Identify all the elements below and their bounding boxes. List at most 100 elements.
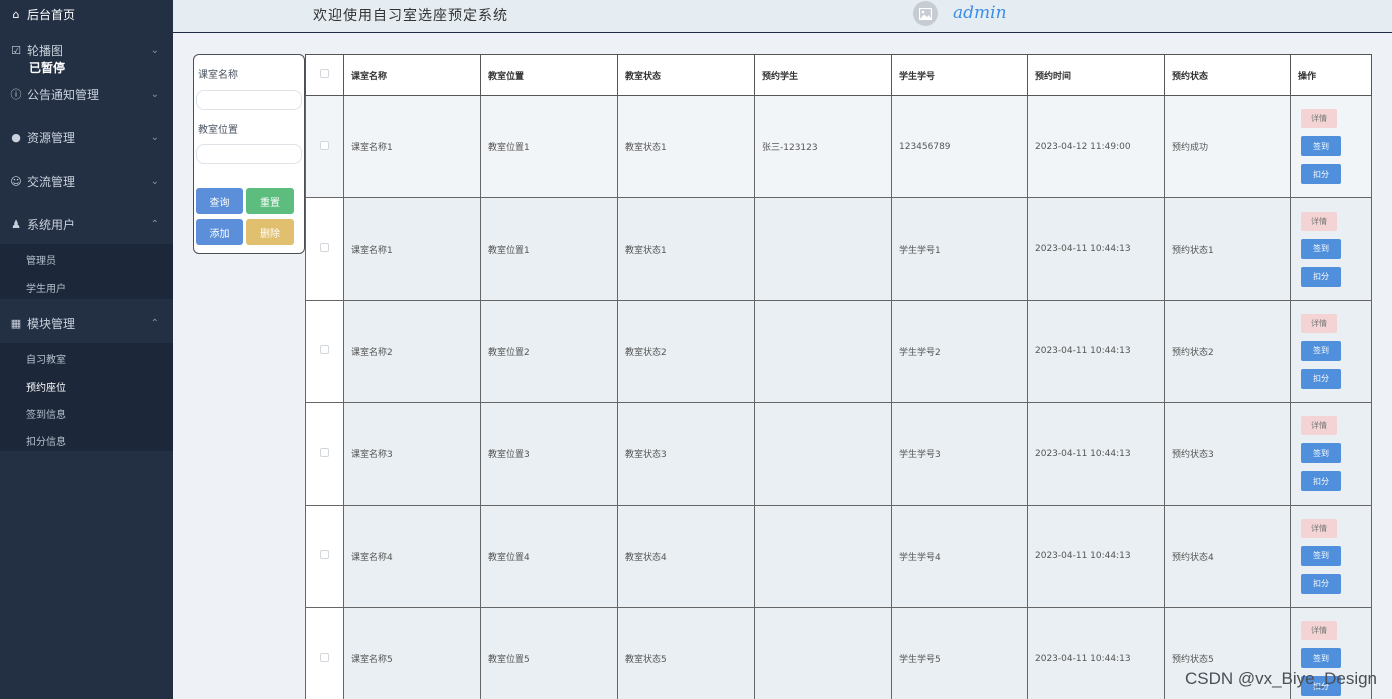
student-cell [754, 606, 892, 699]
detail-button[interactable]: 详情 [1301, 109, 1337, 129]
grid-icon: ▦ [10, 316, 22, 330]
chevron-down-icon: ⌄ [150, 44, 159, 56]
row-checkbox[interactable] [320, 652, 329, 662]
student-cell: 张三-123123 [754, 94, 892, 199]
sign-in-button[interactable]: 签到 [1301, 648, 1341, 669]
operations-group: 详情 签到 扣分 [1291, 211, 1371, 287]
delete-button[interactable]: 删除 [246, 219, 294, 245]
sidebar-subitem-student-users[interactable]: 学生用户 [26, 280, 66, 295]
column-header: 预约学生 [754, 54, 892, 96]
operations-group: 详情 签到 扣分 [1291, 416, 1371, 492]
classroom-status-cell: 教室状态3 [617, 402, 755, 506]
location-cell: 教室位置1 [480, 94, 618, 199]
sidebar-item-home[interactable]: ⌂ 后台首页 [0, 0, 173, 28]
data-table-container: 课室名称 教室位置 教室状态 预约学生 学生学号 预约时间 预约状态 操作 课室… [305, 54, 1372, 699]
sidebar-item-label: 模块管理 [27, 316, 76, 331]
reserve-status-cell: 预约状态3 [1164, 402, 1291, 506]
sidebar-item-resources[interactable]: ● 资源管理 ⌄ [0, 127, 173, 147]
student-no-cell: 学生学号4 [891, 504, 1028, 608]
reserve-time-cell: 2023-04-11 10:44:13 [1027, 197, 1165, 301]
sign-in-button[interactable]: 签到 [1301, 545, 1341, 566]
column-header: 预约时间 [1027, 54, 1165, 96]
operations-group: 详情 签到 扣分 [1291, 313, 1371, 389]
location-cell: 教室位置1 [480, 197, 618, 301]
student-cell [754, 197, 892, 301]
reserve-status-cell: 预约状态4 [1164, 504, 1291, 608]
reserve-time-cell: 2023-04-11 10:44:13 [1027, 299, 1165, 404]
reserve-status-cell: 预约成功 [1164, 94, 1291, 199]
sidebar-subitem-deduction-info[interactable]: 扣分信息 [26, 433, 66, 448]
chevron-down-icon: ⌄ [150, 175, 159, 187]
detail-button[interactable]: 详情 [1301, 416, 1337, 436]
column-header: 教室位置 [480, 54, 618, 96]
row-checkbox[interactable] [320, 447, 329, 457]
sidebar-item-notice[interactable]: ⓘ 公告通知管理 ⌄ [0, 84, 173, 104]
avatar[interactable] [913, 1, 938, 26]
detail-button[interactable]: 详情 [1301, 313, 1337, 333]
table-row: 课室名称1 教室位置1 教室状态1 张三-123123 123456789 2023-04… [305, 94, 1372, 199]
chevron-up-icon: ⌃ [150, 218, 159, 230]
reset-button[interactable]: 重置 [246, 188, 294, 214]
table-row: 课室名称2 教室位置2 教室状态2 学生学号2 2023-04-11 10:44:13 预… [305, 299, 1372, 404]
classroom-status-cell: 教室状态1 [617, 94, 755, 199]
sidebar-item-modules[interactable]: ▦ 模块管理 ⌃ [0, 313, 173, 333]
deduct-button[interactable]: 扣分 [1301, 471, 1341, 492]
info-icon: ⓘ [10, 88, 22, 101]
detail-button[interactable]: 详情 [1301, 621, 1337, 641]
column-header: 教室状态 [617, 54, 755, 96]
username[interactable]: admin [953, 3, 1007, 23]
welcome-title: 欢迎使用自习室选座预定系统 [313, 8, 508, 24]
location-pin-icon: ● [11, 130, 21, 144]
sign-in-button[interactable]: 签到 [1301, 443, 1341, 464]
row-checkbox[interactable] [320, 140, 329, 150]
operations-cell: 详情 签到 扣分 [1290, 197, 1372, 301]
detail-button[interactable]: 详情 [1301, 211, 1337, 231]
row-select-cell [305, 606, 344, 699]
row-select-cell [305, 299, 344, 404]
search-panel: 课室名称 教室位置 查询 重置 添加 删除 [193, 54, 305, 254]
sign-in-button[interactable]: 签到 [1301, 340, 1341, 361]
deduct-button[interactable]: 扣分 [1301, 368, 1341, 389]
sidebar-item-label: 资源管理 [27, 130, 76, 145]
operations-cell: 详情 签到 扣分 [1290, 504, 1372, 608]
query-button[interactable]: 查询 [196, 188, 243, 214]
row-checkbox[interactable] [320, 243, 329, 253]
student-cell [754, 504, 892, 608]
sidebar-item-carousel[interactable]: ☑ 轮播图 ⌄ [0, 40, 173, 60]
deduct-button[interactable]: 扣分 [1301, 164, 1341, 185]
row-checkbox[interactable] [320, 550, 329, 560]
deduct-button[interactable]: 扣分 [1301, 573, 1341, 594]
sidebar-subitem-reserve-seat[interactable]: 预约座位 [26, 379, 66, 394]
classroom-location-label: 教室位置 [198, 125, 238, 136]
sidebar-subitem-sign-in-info[interactable]: 签到信息 [26, 406, 66, 421]
deduct-button[interactable]: 扣分 [1301, 266, 1341, 287]
table-row: 课室名称1 教室位置1 教室状态1 学生学号1 2023-04-11 10:44:13 预… [305, 197, 1372, 301]
sidebar-subitem-study-room[interactable]: 自习教室 [26, 351, 66, 366]
select-all-checkbox[interactable] [320, 69, 329, 78]
classroom-name-label: 课室名称 [198, 70, 238, 81]
classroom-location-input[interactable] [196, 144, 302, 164]
classroom-name-input[interactable] [196, 90, 302, 110]
classroom-name-cell: 课室名称2 [343, 299, 481, 404]
row-checkbox[interactable] [320, 345, 329, 355]
sign-in-button[interactable]: 签到 [1301, 136, 1341, 157]
detail-button[interactable]: 详情 [1301, 518, 1337, 538]
row-select-cell [305, 197, 344, 301]
row-select-cell [305, 504, 344, 608]
add-button[interactable]: 添加 [196, 219, 243, 245]
user-icon: ♟ [11, 217, 21, 231]
checkbox-icon: ☑ [11, 43, 21, 57]
sidebar-item-exchange[interactable]: ☺ 交流管理 ⌄ [0, 171, 173, 191]
sidebar-item-system-users[interactable]: ♟ 系统用户 ⌃ [0, 214, 173, 234]
student-no-cell: 学生学号1 [891, 197, 1028, 301]
select-all-header [305, 54, 344, 96]
location-cell: 教室位置3 [480, 402, 618, 506]
sidebar-subitem-admin[interactable]: 管理员 [26, 252, 56, 267]
classroom-status-cell: 教室状态2 [617, 299, 755, 404]
sidebar-item-label: 交流管理 [27, 174, 76, 189]
sidebar-item-label: 后台首页 [27, 7, 76, 22]
sign-in-button[interactable]: 签到 [1301, 238, 1341, 259]
classroom-name-cell: 课室名称5 [343, 606, 481, 699]
chevron-up-icon: ⌃ [150, 317, 159, 329]
reserve-status-cell: 预约状态2 [1164, 299, 1291, 404]
